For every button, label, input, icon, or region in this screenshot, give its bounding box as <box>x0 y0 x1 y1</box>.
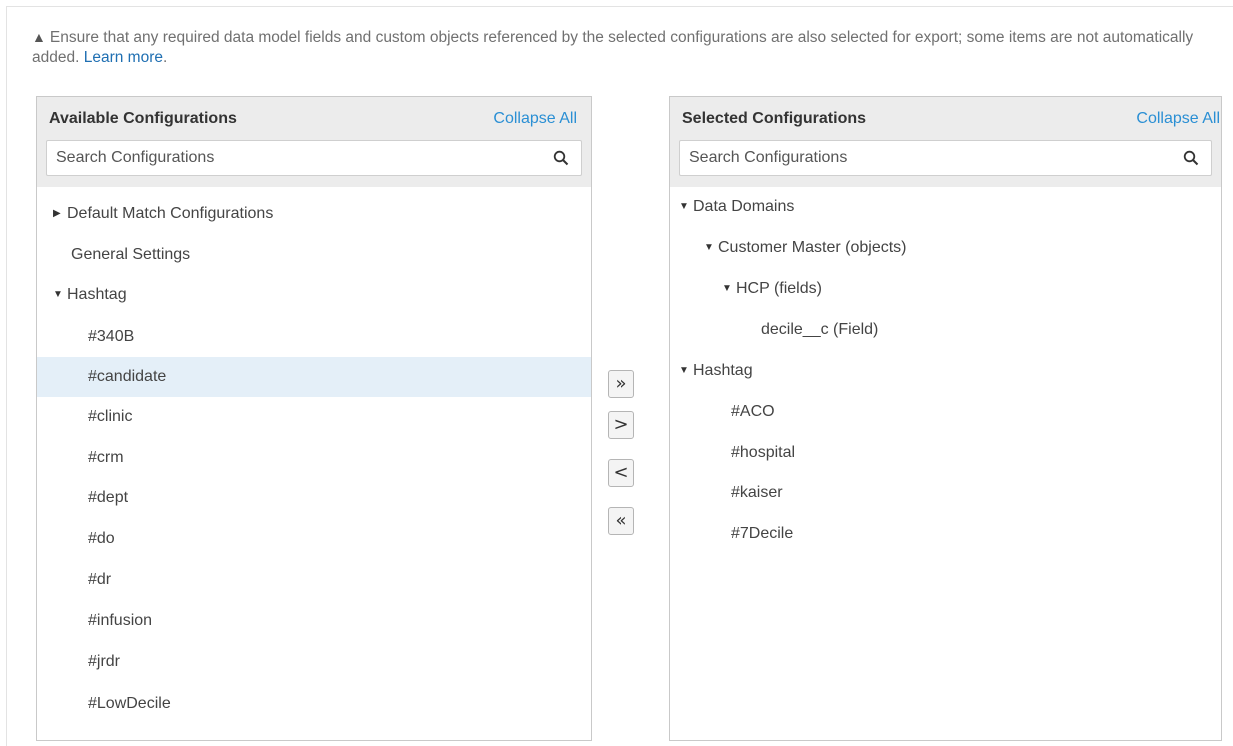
available-tree-item[interactable]: #dept <box>37 478 591 518</box>
available-tree-item-label: #340B <box>88 328 135 345</box>
warning-icon: ▲ <box>32 29 46 45</box>
selected-tree-item-label: #kaiser <box>731 484 783 501</box>
selected-panel-header: Selected Configurations Collapse All <box>670 97 1221 187</box>
remove-button[interactable]: < <box>608 459 634 487</box>
available-tree-item-content: General Settings <box>37 246 190 263</box>
selected-tree-item-label: #hospital <box>731 444 796 461</box>
notice-period: . <box>163 49 168 66</box>
available-tree-item[interactable]: #clinic <box>37 397 591 437</box>
selected-tree-item-label: #ACO <box>731 403 775 420</box>
selected-tree-item[interactable]: decile__c (Field) <box>670 310 1221 350</box>
selected-tree-item[interactable]: #7Decile <box>670 514 1221 554</box>
available-tree-item-label: Hashtag <box>67 286 127 303</box>
add-all-button[interactable]: » <box>608 370 634 398</box>
export-notice: ▲ Ensure that any required data model fie… <box>32 27 1212 68</box>
available-tree-item[interactable]: ▼ Hashtag <box>37 275 591 315</box>
selected-collapse-all-link[interactable]: Collapse All <box>1136 110 1220 128</box>
selected-configurations-panel: Selected Configurations Collapse All ▼Da… <box>669 96 1222 741</box>
available-tree-item[interactable]: #candidate <box>37 357 591 397</box>
available-tree-item[interactable]: #do <box>37 519 591 559</box>
available-tree-item-label: #jrdr <box>88 653 121 670</box>
available-tree-item-label: General Settings <box>71 246 191 263</box>
available-tree-item-content: #LowDecile <box>37 695 171 712</box>
available-tree-item-label: #dept <box>88 489 129 506</box>
available-configurations-panel: Available Configurations Collapse All ▶D… <box>36 96 592 741</box>
selected-tree-item-content: #ACO <box>670 403 775 420</box>
available-tree-item-label: #crm <box>88 449 124 466</box>
available-tree-item[interactable]: #jrdr <box>37 642 591 682</box>
available-tree-item-content: ▼ Hashtag <box>37 286 127 303</box>
available-tree-item[interactable]: #LowDecile <box>37 684 591 724</box>
caret-down-icon[interactable]: ▼ <box>704 228 718 268</box>
selected-tree-item-label: HCP (fields) <box>736 280 822 297</box>
selected-tree-item-label: Customer Master (objects) <box>718 239 907 256</box>
caret-right-icon[interactable]: ▶ <box>53 194 67 234</box>
available-tree-item[interactable]: #crm <box>37 438 591 478</box>
available-collapse-all-link[interactable]: Collapse All <box>493 110 577 128</box>
available-tree-item-content: #jrdr <box>37 653 120 670</box>
available-tree-item-label: #clinic <box>88 408 133 425</box>
available-tree-item-label: #LowDecile <box>88 695 171 712</box>
search-icon[interactable] <box>553 150 569 166</box>
available-tree-item-content: #340B <box>37 328 134 345</box>
available-search-input[interactable] <box>47 141 526 175</box>
caret-down-icon[interactable]: ▼ <box>679 187 693 227</box>
selected-tree-item-content: ▼ Customer Master (objects) <box>670 239 907 256</box>
available-tree-item[interactable]: #infusion <box>37 601 591 641</box>
selected-search-box[interactable] <box>679 140 1212 176</box>
available-tree-item[interactable]: General Settings <box>37 235 591 275</box>
selected-tree-item-content: #hospital <box>670 444 795 461</box>
available-tree-item-content: #do <box>37 530 115 547</box>
selected-tree-item-content: ▼ Data Domains <box>670 198 794 215</box>
available-tree-item-content: #dr <box>37 571 111 588</box>
available-tree-item-label: Default Match Configurations <box>67 205 274 222</box>
available-tree-item-content: ▶ Default Match Configurations <box>37 205 273 222</box>
available-panel-header: Available Configurations Collapse All <box>37 97 591 187</box>
available-tree-item-label: #candidate <box>88 368 167 385</box>
selected-panel-title: Selected Configurations <box>682 110 867 127</box>
available-tree-item[interactable]: #340B <box>37 317 591 357</box>
selected-tree-item-content: ▼ Hashtag <box>670 362 753 379</box>
search-icon[interactable] <box>1183 150 1199 166</box>
selected-tree-item-label: Data Domains <box>693 198 795 215</box>
notice-text: Ensure that any required data model fiel… <box>32 29 1194 66</box>
available-tree-item-label: #infusion <box>88 612 153 629</box>
selected-tree-item-content: decile__c (Field) <box>670 321 878 338</box>
caret-down-icon[interactable]: ▼ <box>722 269 736 309</box>
selected-tree-item[interactable]: #hospital <box>670 433 1221 473</box>
selected-tree-item[interactable]: ▼ HCP (fields) <box>670 269 1221 309</box>
available-tree-item-content: #crm <box>37 449 124 466</box>
selected-tree-item[interactable]: ▼ Hashtag <box>670 351 1221 391</box>
available-tree-item-content: #infusion <box>37 612 152 629</box>
available-tree-item-content: #clinic <box>37 408 132 425</box>
available-panel-title: Available Configurations <box>49 110 237 127</box>
caret-down-icon[interactable]: ▼ <box>679 351 693 391</box>
available-tree-item-label: #dr <box>88 571 112 588</box>
selected-tree-item[interactable]: ▼ Data Domains <box>670 187 1221 227</box>
remove-all-button[interactable]: « <box>608 507 634 535</box>
selected-tree-item[interactable]: ▼ Customer Master (objects) <box>670 228 1221 268</box>
selected-tree-item-label: Hashtag <box>693 362 753 379</box>
selected-tree-item-content: #kaiser <box>670 484 783 501</box>
selected-tree-item-content: ▼ HCP (fields) <box>670 280 822 297</box>
selected-tree-item-content: #7Decile <box>670 525 793 542</box>
available-tree-item[interactable]: ▶ Default Match Configurations <box>37 194 591 234</box>
add-button[interactable]: > <box>608 411 634 439</box>
selected-tree-item[interactable]: #kaiser <box>670 473 1221 513</box>
available-tree-item-content: #dept <box>37 489 128 506</box>
available-search-box[interactable] <box>46 140 582 176</box>
selected-tree-item-label: #7Decile <box>731 525 794 542</box>
learn-more-link[interactable]: Learn more <box>84 49 163 66</box>
selected-tree-item-label: decile__c (Field) <box>761 321 879 338</box>
available-tree-item-content: #candidate <box>37 368 166 385</box>
selected-tree-item[interactable]: #ACO <box>670 392 1221 432</box>
selected-search-input[interactable] <box>680 141 1157 175</box>
available-tree-item[interactable]: #dr <box>37 560 591 600</box>
caret-down-icon[interactable]: ▼ <box>53 275 67 315</box>
available-tree-item-label: #do <box>88 530 115 547</box>
